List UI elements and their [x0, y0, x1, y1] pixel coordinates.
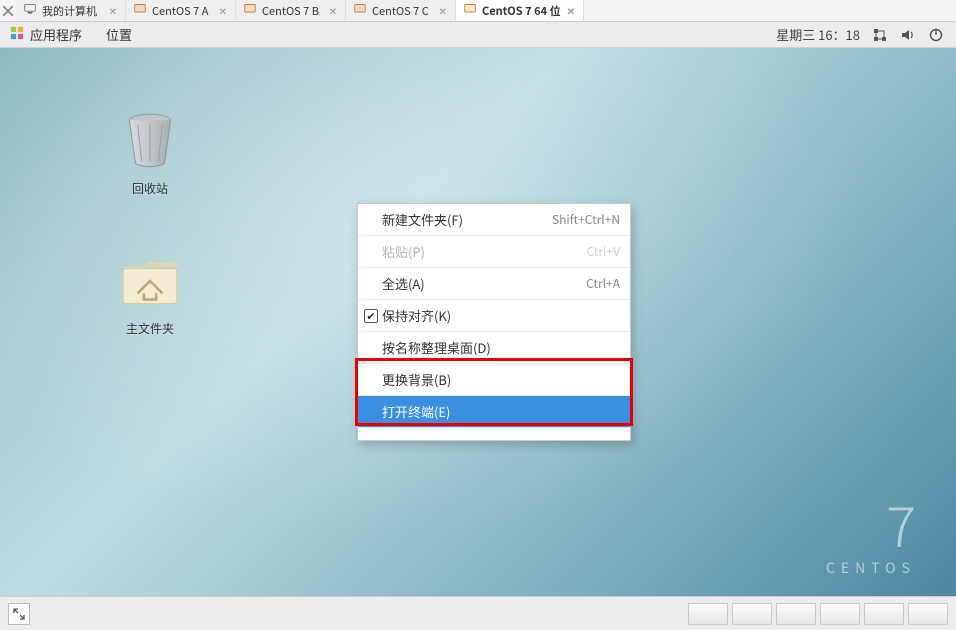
vm-icon	[244, 3, 256, 19]
vm-icon	[134, 3, 146, 19]
ctx-spacer	[358, 428, 630, 440]
tray-button[interactable]	[908, 603, 948, 625]
applications-menu[interactable]: 应用程序	[4, 23, 88, 46]
tab-label: 我的计算机	[42, 3, 97, 19]
clock-label[interactable]: 星期三 16：18	[776, 25, 860, 44]
trash-icon[interactable]: 回收站	[105, 108, 195, 197]
trash-bin-icon	[117, 108, 183, 174]
tab-centos-64[interactable]: CentOS 7 64 位 ✕	[456, 0, 584, 21]
status-tray	[688, 603, 948, 625]
vm-statusbar	[0, 596, 956, 630]
ctx-change-background[interactable]: 更换背景(B)	[358, 364, 630, 396]
ctx-item-shortcut: Ctrl+V	[587, 243, 620, 260]
tab-my-computer[interactable]: 我的计算机 ✕	[16, 0, 126, 21]
places-menu[interactable]: 位置	[100, 23, 138, 46]
gnome-menubar: 应用程序 位置 星期三 16：18	[0, 22, 956, 48]
ctx-item-label: 新建文件夹(F)	[368, 210, 463, 229]
network-icon[interactable]	[872, 27, 888, 43]
monitor-icon	[24, 3, 36, 19]
folder-home-icon	[117, 248, 183, 314]
ctx-select-all[interactable]: 全选(A) Ctrl+A	[358, 268, 630, 300]
ctx-new-folder[interactable]: 新建文件夹(F) Shift+Ctrl+N	[358, 204, 630, 236]
trash-label: 回收站	[105, 180, 195, 197]
desktop-context-menu: 新建文件夹(F) Shift+Ctrl+N 粘贴(P) Ctrl+V 全选(A)…	[357, 203, 631, 441]
tray-button[interactable]	[688, 603, 728, 625]
close-icon[interactable]: ✕	[219, 3, 227, 18]
desktop-area[interactable]: 回收站 主文件夹 新建文件夹(F) Shift+Ctrl+N 粘贴(P) Ctr…	[0, 48, 956, 596]
power-icon[interactable]	[928, 27, 944, 43]
tab-centos-a[interactable]: CentOS 7 A ✕	[126, 0, 236, 21]
home-folder-icon[interactable]: 主文件夹	[105, 248, 195, 337]
home-folder-label: 主文件夹	[105, 320, 195, 337]
vm-icon	[354, 3, 366, 19]
close-icon[interactable]: ✕	[439, 3, 447, 18]
ctx-item-label: 保持对齐(K)	[368, 306, 451, 325]
ctx-item-shortcut: Shift+Ctrl+N	[552, 211, 620, 228]
ctx-item-label: 更换背景(B)	[368, 370, 451, 389]
ctx-item-label: 粘贴(P)	[368, 242, 425, 261]
tab-label: CentOS 7 64 位	[482, 3, 561, 19]
vm-icon	[464, 3, 476, 19]
branding-version: 7	[826, 496, 916, 552]
ctx-organize-by-name[interactable]: 按名称整理桌面(D)	[358, 332, 630, 364]
ctx-item-label: 全选(A)	[368, 274, 425, 293]
tabbar-close-icon[interactable]	[0, 0, 16, 21]
checkbox-checked-icon: ✔	[364, 309, 378, 323]
distro-logo-icon	[10, 25, 24, 44]
tray-button[interactable]	[820, 603, 860, 625]
tab-centos-b[interactable]: CentOS 7 B ✕	[236, 0, 346, 21]
fullscreen-toggle-button[interactable]	[8, 603, 30, 625]
tab-label: CentOS 7 B	[262, 3, 319, 19]
tray-button[interactable]	[776, 603, 816, 625]
tab-label: CentOS 7 A	[152, 3, 208, 19]
ctx-item-label: 打开终端(E)	[368, 402, 450, 421]
volume-icon[interactable]	[900, 27, 916, 43]
close-icon[interactable]: ✕	[109, 3, 117, 18]
close-icon[interactable]: ✕	[567, 3, 575, 18]
ctx-open-terminal[interactable]: 打开终端(E)	[358, 396, 630, 428]
tab-centos-c[interactable]: CentOS 7 C ✕	[346, 0, 456, 21]
tab-label: CentOS 7 C	[372, 3, 429, 19]
os-branding: 7 CENTOS	[826, 496, 916, 578]
ctx-item-shortcut: Ctrl+A	[586, 275, 620, 292]
vm-tabbar: 我的计算机 ✕ CentOS 7 A ✕ CentOS 7 B ✕ CentOS…	[0, 0, 956, 22]
applications-label: 应用程序	[30, 25, 82, 44]
places-label: 位置	[106, 25, 132, 44]
ctx-paste: 粘贴(P) Ctrl+V	[358, 236, 630, 268]
ctx-item-label: 按名称整理桌面(D)	[368, 338, 491, 357]
close-icon[interactable]: ✕	[329, 3, 337, 18]
tray-button[interactable]	[864, 603, 904, 625]
ctx-keep-aligned[interactable]: ✔ 保持对齐(K)	[358, 300, 630, 332]
branding-name: CENTOS	[826, 558, 916, 578]
tray-button[interactable]	[732, 603, 772, 625]
